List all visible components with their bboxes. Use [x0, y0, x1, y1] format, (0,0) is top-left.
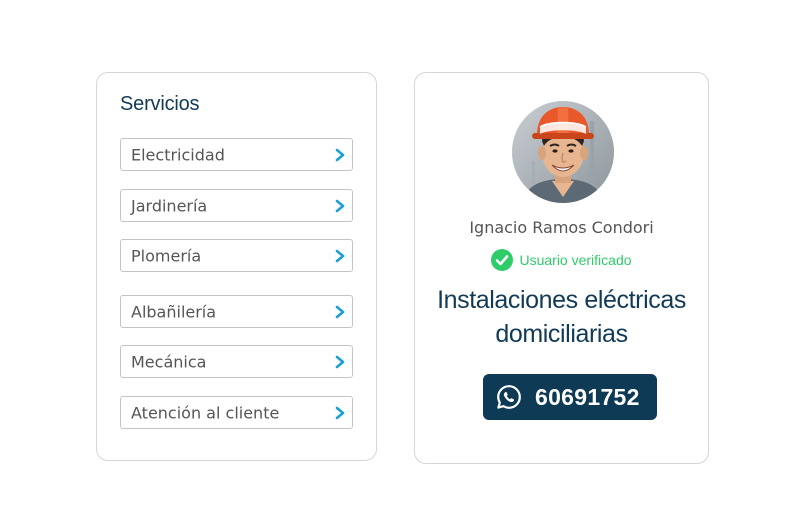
check-circle-icon	[491, 249, 514, 271]
service-item-albanileria[interactable]: Albañilería	[120, 295, 353, 328]
user-name: Ignacio Ramos Condori	[469, 218, 654, 237]
verified-label: Usuario verificado	[519, 252, 632, 268]
service-headline: Instalaciones eléctricas domiciliarias	[415, 283, 708, 351]
verified-badge: Usuario verificado	[415, 249, 708, 275]
service-item-atencion-al-cliente[interactable]: Atención al cliente	[120, 396, 353, 429]
chevron-right-icon	[335, 406, 345, 419]
service-item-label: Mecánica	[131, 352, 207, 371]
chevron-right-icon	[335, 148, 345, 161]
headline-line-2: domiciliarias	[495, 320, 628, 348]
services-title: Servicios	[120, 93, 200, 115]
service-item-label: Electricidad	[131, 145, 225, 164]
chevron-right-icon	[335, 305, 345, 318]
headline-line-1: Instalaciones eléctricas	[437, 286, 686, 314]
chevron-right-icon	[335, 249, 345, 262]
whatsapp-icon	[497, 385, 521, 409]
service-item-electricidad[interactable]: Electricidad	[120, 138, 353, 171]
service-item-plomeria[interactable]: Plomería	[120, 239, 353, 272]
provider-profile-card: Ignacio Ramos Condori Usuario verificado…	[414, 72, 709, 464]
service-item-label: Atención al cliente	[131, 403, 280, 422]
service-item-label: Plomería	[131, 246, 202, 265]
services-panel: Servicios Electricidad Jardinería Plomer…	[96, 72, 377, 461]
service-item-label: Albañilería	[131, 302, 217, 321]
avatar	[512, 101, 614, 203]
chevron-right-icon	[335, 355, 345, 368]
service-item-jardineria[interactable]: Jardinería	[120, 189, 353, 222]
phone-number: 60691752	[535, 383, 640, 410]
chevron-right-icon	[335, 199, 345, 212]
service-item-label: Jardinería	[131, 196, 208, 215]
whatsapp-contact-button[interactable]: 60691752	[483, 374, 657, 420]
service-item-mecanica[interactable]: Mecánica	[120, 345, 353, 378]
worker-photo	[512, 101, 614, 203]
